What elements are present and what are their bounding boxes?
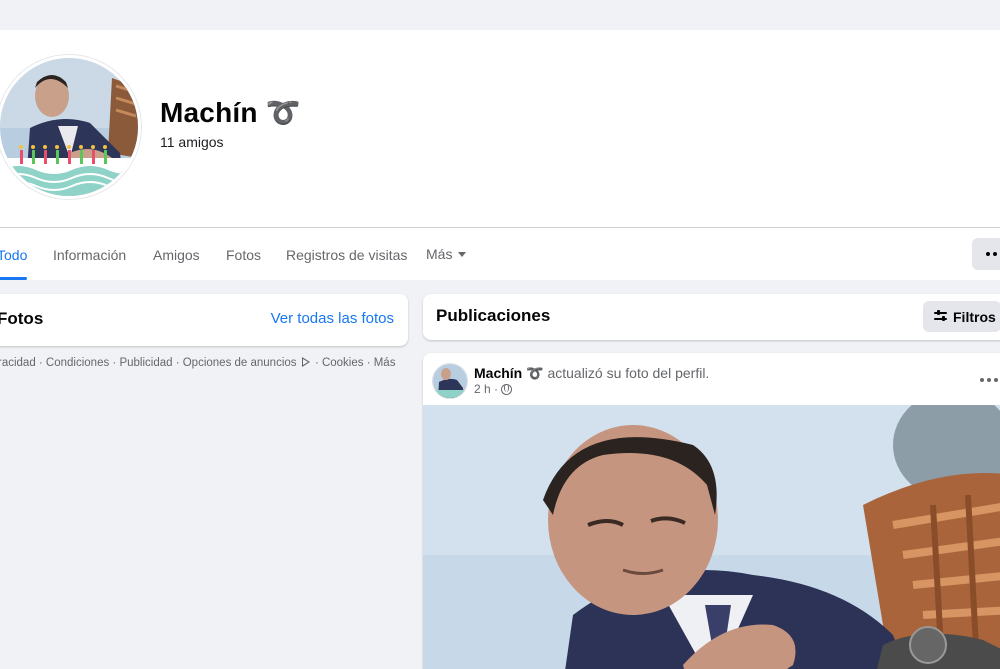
profile-avatar[interactable] <box>0 55 141 199</box>
post-photo[interactable] <box>423 405 1000 669</box>
post-time[interactable]: 2 h · <box>474 382 498 396</box>
friends-count[interactable]: 11 amigos <box>160 134 224 150</box>
filters-label: Filtros <box>953 308 996 325</box>
tab-mas-label: Más <box>426 246 453 262</box>
tab-registros-de-visitas[interactable]: Registros de visitas <box>286 228 407 280</box>
post-author-name[interactable]: Machín ➰ <box>474 365 544 381</box>
tab-mas[interactable]: Más <box>426 228 467 280</box>
footer-links-text[interactable]: racidad · Condiciones · Publicidad · Opc… <box>0 357 297 369</box>
more-horizontal-icon <box>986 252 990 256</box>
tab-informacion[interactable]: Información <box>53 228 126 280</box>
profile-name: Machín ➰ <box>160 97 301 128</box>
posts-header-card: Publicaciones Filtros <box>423 294 1000 340</box>
tab-todo[interactable]: Todo <box>0 228 28 280</box>
globe-icon <box>501 383 513 395</box>
top-strip <box>0 0 1000 30</box>
footer-links-text-2[interactable]: · Cookies · Más <box>315 357 396 369</box>
footer-links: racidad · Condiciones · Publicidad · Opc… <box>0 357 395 369</box>
photos-card: Fotos Ver todas las fotos <box>0 294 408 346</box>
post-card: Machín ➰ actualizó su foto del perfil. 2… <box>423 353 1000 669</box>
post-action: actualizó su foto del perfil. <box>547 365 710 381</box>
sliders-icon <box>934 310 947 322</box>
profile-header: Machín ➰ 11 amigos Todo Información Amig… <box>0 30 1000 280</box>
post-meta: 2 h · <box>474 382 513 396</box>
post-author-avatar[interactable] <box>432 363 468 399</box>
profile-more-button[interactable] <box>972 238 1000 270</box>
more-dot <box>987 378 991 382</box>
photos-title: Fotos <box>0 309 44 328</box>
ad-choices-icon <box>301 357 310 367</box>
see-all-photos-link[interactable]: Ver todas las fotos <box>271 310 394 327</box>
more-dot <box>993 252 997 256</box>
posts-title: Publicaciones <box>436 306 551 325</box>
filters-button[interactable]: Filtros <box>923 301 1000 332</box>
more-dot <box>994 378 998 382</box>
profile-tabs: Todo Información Amigos Fotos Registros … <box>0 228 1000 280</box>
caret-down-icon <box>458 252 467 257</box>
tab-fotos[interactable]: Fotos <box>226 228 261 280</box>
post-header-text: Machín ➰ actualizó su foto del perfil. <box>474 365 709 382</box>
post-options-button[interactable] <box>980 378 998 382</box>
tab-amigos[interactable]: Amigos <box>153 228 200 280</box>
more-horizontal-icon <box>980 378 984 382</box>
